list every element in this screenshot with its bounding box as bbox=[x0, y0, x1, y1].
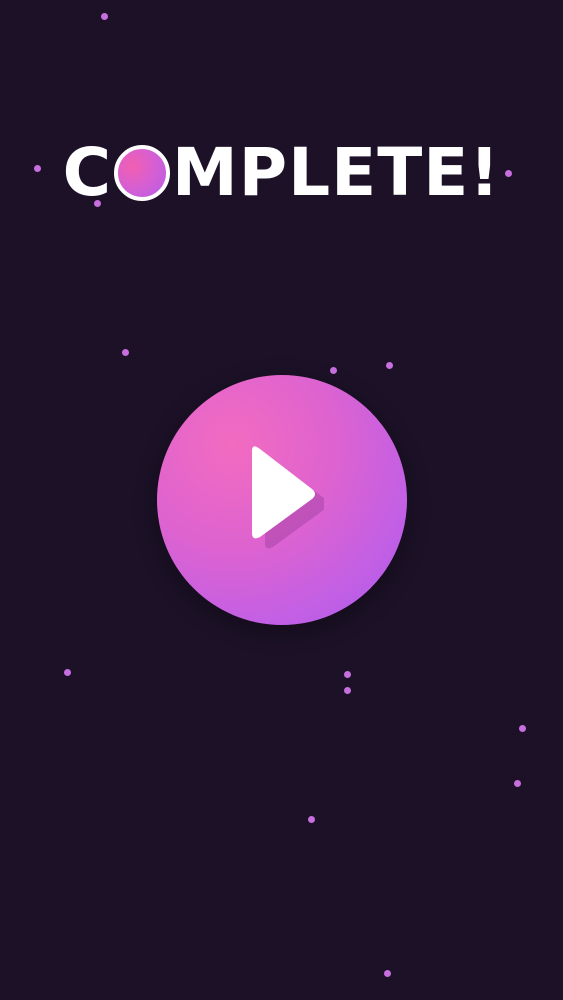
play-button[interactable] bbox=[157, 375, 407, 625]
complete-title: C MPLETE! bbox=[0, 138, 563, 208]
particle-dot bbox=[122, 349, 129, 356]
particle-dot bbox=[330, 367, 337, 374]
particle-dot bbox=[514, 780, 521, 787]
complete-title-text: C MPLETE! bbox=[63, 140, 501, 206]
particle-dot bbox=[101, 13, 108, 20]
particle-dot bbox=[386, 362, 393, 369]
title-letters-rest: MPLETE! bbox=[172, 134, 501, 211]
pink-circle-icon bbox=[114, 145, 171, 201]
title-letter-c: C bbox=[62, 134, 113, 211]
particle-dot bbox=[344, 687, 351, 694]
particle-dot bbox=[64, 669, 71, 676]
particle-dot bbox=[308, 816, 315, 823]
game-screen: C MPLETE! bbox=[0, 0, 563, 1000]
particle-dot bbox=[384, 970, 391, 977]
play-icon bbox=[252, 446, 324, 549]
particle-dot bbox=[519, 725, 526, 732]
particle-dot bbox=[344, 671, 351, 678]
